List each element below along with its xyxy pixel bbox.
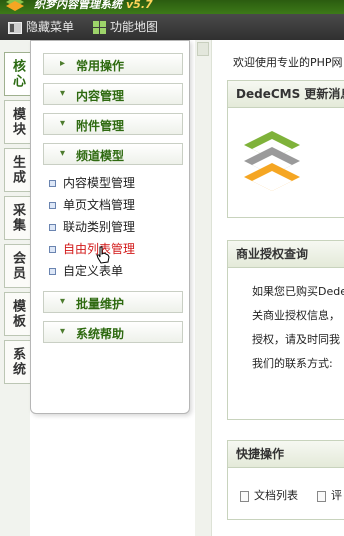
license-line-4: 我们的联系方式:	[252, 357, 333, 370]
quick-doc-list-label: 文档列表	[254, 489, 298, 502]
hand-cursor-icon	[96, 246, 110, 264]
chevron-down-icon: ▾	[60, 88, 66, 99]
category-content-label: 内容管理	[76, 89, 125, 103]
category-batch[interactable]: ▾ 批量维护	[43, 291, 183, 313]
tab-core[interactable]: 核心	[4, 52, 30, 96]
tab-template[interactable]: 模板	[4, 292, 30, 336]
category-help-label: 系统帮助	[76, 327, 125, 341]
quick-comment[interactable]: 评	[317, 487, 342, 503]
chevron-down-icon: ▾	[60, 296, 66, 307]
scrollbar[interactable]	[195, 40, 212, 536]
license-box: 商业授权查询	[227, 240, 344, 420]
chevron-down-icon: ▾	[60, 118, 66, 129]
menu-linkage-category-manage[interactable]: 联动类别管理	[49, 217, 135, 237]
license-title: 商业授权查询	[236, 247, 309, 261]
app-title: 织梦内容管理系统 v5.7	[34, 0, 153, 11]
category-channel-model[interactable]: ▾ 频道模型	[43, 143, 183, 165]
function-map-button[interactable]: 功能地图	[93, 14, 158, 40]
top-menu-bar: 隐藏菜单 功能地图	[0, 14, 344, 40]
license-line-1: 如果您已购买Dede	[252, 285, 344, 298]
tab-system[interactable]: 系统	[4, 340, 30, 384]
menu-custom-form[interactable]: 自定义表单	[49, 261, 123, 281]
tab-member[interactable]: 会员	[4, 244, 30, 288]
bullet-icon	[49, 246, 56, 253]
tab-collect[interactable]: 采集	[4, 196, 30, 240]
category-common[interactable]: ▸ 常用操作	[43, 53, 183, 75]
function-map-label: 功能地图	[110, 20, 159, 34]
category-channel-model-label: 频道模型	[76, 149, 125, 163]
document-icon	[317, 490, 326, 502]
welcome-text: 欢迎使用专业的PHP网	[233, 56, 343, 69]
app-version: v5.7	[126, 0, 153, 11]
left-module-tabs: 核心 模块 生成 采集 会员 模板 系统	[0, 40, 30, 536]
category-help[interactable]: ▾ 系统帮助	[43, 321, 183, 343]
category-attachment-label: 附件管理	[76, 119, 125, 133]
menu-free-list-manage[interactable]: 自由列表管理	[49, 239, 135, 259]
bullet-icon	[49, 268, 56, 275]
quick-comment-label: 评	[331, 489, 342, 502]
license-line-3: 授权，请及时同我	[252, 333, 340, 346]
dedecms-stack-logo-icon	[244, 131, 300, 191]
menu-single-page-manage[interactable]: 单页文档管理	[49, 195, 135, 215]
quick-actions-box: 快捷操作	[227, 440, 344, 520]
tab-module[interactable]: 模块	[4, 100, 30, 144]
hide-menu-button[interactable]: 隐藏菜单	[8, 14, 74, 40]
chevron-down-icon: ▾	[60, 326, 66, 337]
tab-generate[interactable]: 生成	[4, 148, 30, 192]
core-menu-panel: ▸ 常用操作 ▾ 内容管理 ▾ 附件管理 ▾ 频道模型 内容模型管理 单页文档管…	[30, 40, 190, 414]
category-batch-label: 批量维护	[76, 297, 125, 311]
title-bar: 织梦内容管理系统 v5.7	[0, 0, 344, 14]
category-common-label: 常用操作	[76, 59, 125, 73]
hide-menu-icon	[8, 21, 22, 34]
document-icon	[240, 490, 249, 502]
grid-map-icon	[93, 21, 106, 34]
category-content[interactable]: ▾ 内容管理	[43, 83, 183, 105]
bullet-icon	[49, 224, 56, 231]
bullet-icon	[49, 202, 56, 209]
chevron-down-icon: ▾	[60, 148, 66, 159]
hide-menu-label: 隐藏菜单	[26, 20, 75, 34]
chevron-right-icon: ▸	[60, 58, 66, 69]
bullet-icon	[49, 180, 56, 187]
scroll-up-button[interactable]	[197, 42, 209, 56]
menu-content-model-manage[interactable]: 内容模型管理	[49, 173, 135, 193]
quick-doc-list[interactable]: 文档列表	[240, 487, 298, 503]
category-attachment[interactable]: ▾ 附件管理	[43, 113, 183, 135]
news-title: DedeCMS 更新消息	[236, 87, 344, 101]
news-box: DedeCMS 更新消息	[227, 80, 344, 218]
quick-actions-title: 快捷操作	[236, 447, 285, 461]
dedecms-logo-icon	[6, 0, 24, 11]
license-line-2: 关商业授权信息，	[252, 309, 340, 322]
